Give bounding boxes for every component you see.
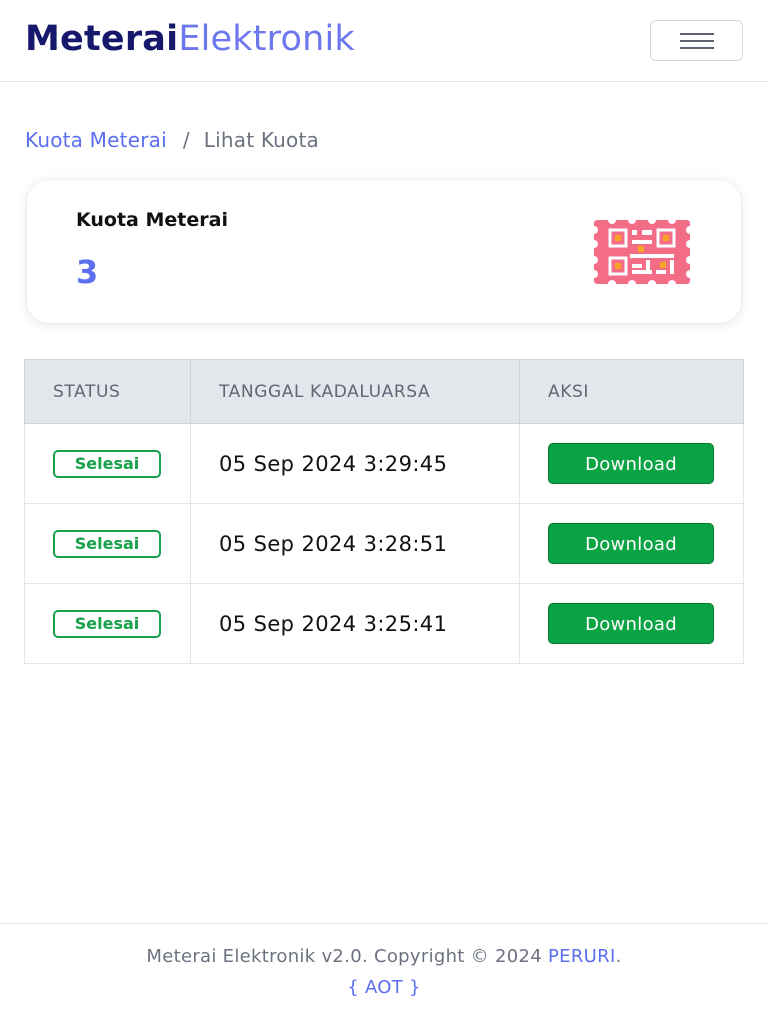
quota-label: Kuota Meterai xyxy=(76,209,228,231)
footer: Meterai Elektronik v2.0. Copyright © 202… xyxy=(0,923,768,1024)
hamburger-menu-button[interactable] xyxy=(650,20,743,61)
quota-table: STATUS TANGGAL KADALUARSA AKSI Selesai 0… xyxy=(24,359,744,664)
footer-copyright: Meterai Elektronik v2.0. Copyright © 202… xyxy=(0,946,768,967)
status-badge: Selesai xyxy=(53,449,161,478)
expiry-date: 05 Sep 2024 3:25:41 xyxy=(219,611,448,636)
table-row: Selesai 05 Sep 2024 3:28:51 Download xyxy=(24,503,744,584)
footer-peruri-link[interactable]: PERURI xyxy=(548,946,616,967)
quota-card: Kuota Meterai 3 xyxy=(27,180,741,323)
quota-value: 3 xyxy=(76,253,99,291)
status-badge: Selesai xyxy=(53,609,161,638)
navbar: MeteraiElektronik xyxy=(0,0,768,82)
table-header-row: STATUS TANGGAL KADALUARSA AKSI xyxy=(24,359,744,424)
expiry-date: 05 Sep 2024 3:28:51 xyxy=(219,531,448,556)
table-row: Selesai 05 Sep 2024 3:29:45 Download xyxy=(24,423,744,504)
download-button[interactable]: Download xyxy=(548,603,714,644)
breadcrumb-current: Lihat Kuota xyxy=(203,128,319,152)
download-button[interactable]: Download xyxy=(548,523,714,564)
brand-name-bold: Meterai xyxy=(25,19,179,59)
column-header-action: AKSI xyxy=(519,359,744,424)
breadcrumb-link-kuota-meterai[interactable]: Kuota Meterai xyxy=(25,128,167,152)
footer-copyright-text: Meterai Elektronik v2.0. Copyright © 202… xyxy=(146,946,549,967)
table-row: Selesai 05 Sep 2024 3:25:41 Download xyxy=(24,583,744,664)
footer-period: . xyxy=(615,946,622,967)
column-header-status: STATUS xyxy=(24,359,191,424)
breadcrumb-separator: / xyxy=(182,128,190,152)
qr-stamp-icon xyxy=(590,216,694,288)
breadcrumb: Kuota Meterai / Lihat Kuota xyxy=(25,127,319,153)
brand-name-light: Elektronik xyxy=(178,19,355,59)
status-badge: Selesai xyxy=(53,529,161,558)
expiry-date: 05 Sep 2024 3:29:45 xyxy=(219,451,448,476)
column-header-expiry-date: TANGGAL KADALUARSA xyxy=(190,359,520,424)
download-button[interactable]: Download xyxy=(548,443,714,484)
brand-logo[interactable]: MeteraiElektronik xyxy=(25,18,355,60)
footer-team-link[interactable]: { AOT } xyxy=(0,977,768,998)
